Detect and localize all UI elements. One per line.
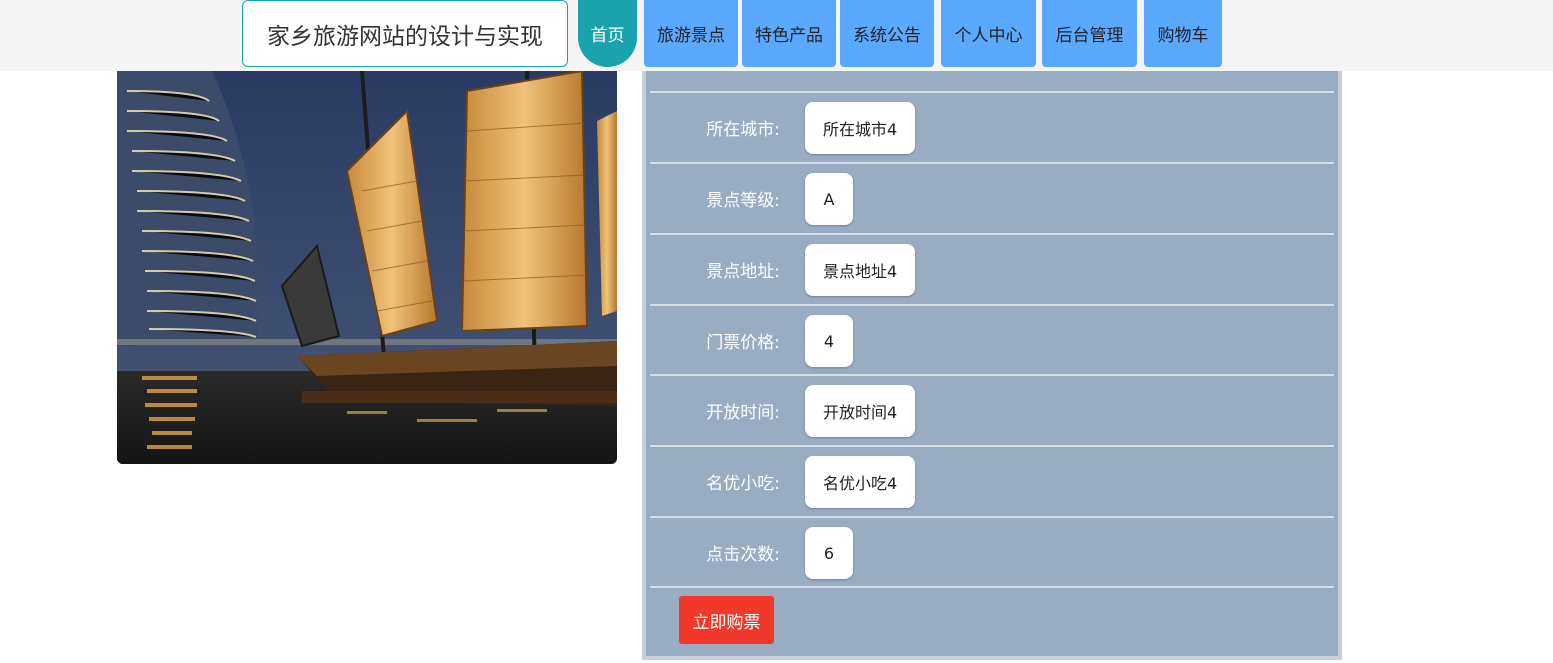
detail-row-address: 景点地址: 景点地址4 — [650, 233, 1334, 303]
detail-row-level: 景点等级: A — [650, 162, 1334, 232]
detail-row-snacks: 名优小吃: 名优小吃4 — [650, 445, 1334, 515]
detail-row-clicks: 点击次数: 6 — [650, 516, 1334, 586]
nav-personal-center[interactable]: 个人中心 — [941, 0, 1036, 67]
detail-value-clicks: 6 — [805, 527, 853, 579]
detail-value-opening-hours: 开放时间4 — [805, 385, 916, 437]
detail-row-opening-hours: 开放时间: 开放时间4 — [650, 374, 1334, 444]
site-title: 家乡旅游网站的设计与实现 — [242, 0, 568, 67]
detail-label-price: 门票价格: — [706, 332, 780, 353]
detail-row-price: 门票价格: 4 — [650, 304, 1334, 374]
nav-attractions[interactable]: 旅游景点 — [644, 0, 738, 67]
detail-value-address: 景点地址4 — [805, 244, 916, 296]
nav-products[interactable]: 特色产品 — [742, 0, 836, 67]
nav-announcements[interactable]: 系统公告 — [840, 0, 934, 67]
detail-label-snacks: 名优小吃: — [706, 473, 780, 494]
detail-label-address: 景点地址: — [706, 261, 780, 282]
detail-label-level: 景点等级: — [706, 190, 780, 211]
sailboat-image — [117, 71, 617, 464]
attraction-detail-panel: 所在城市: 所在城市4 景点等级: A 景点地址: 景点地址4 门票价格: 4 … — [642, 22, 1342, 660]
detail-label-city: 所在城市: — [706, 119, 780, 140]
attraction-photo — [117, 71, 617, 464]
nav-cart[interactable]: 购物车 — [1144, 0, 1222, 67]
nav-home[interactable]: 首页 — [578, 0, 637, 67]
detail-value-snacks: 名优小吃4 — [805, 456, 916, 508]
nav-admin[interactable]: 后台管理 — [1042, 0, 1137, 67]
top-nav-bar: 家乡旅游网站的设计与实现 首页 旅游景点 特色产品 系统公告 个人中心 后台管理… — [0, 0, 1553, 71]
detail-label-clicks: 点击次数: — [706, 544, 780, 565]
detail-row-city: 所在城市: 所在城市4 — [650, 91, 1334, 161]
detail-value-price: 4 — [805, 315, 853, 367]
detail-value-level: A — [805, 173, 853, 225]
detail-label-opening-hours: 开放时间: — [706, 402, 780, 423]
detail-value-city: 所在城市4 — [805, 102, 916, 154]
buy-ticket-button[interactable]: 立即购票 — [679, 596, 774, 644]
